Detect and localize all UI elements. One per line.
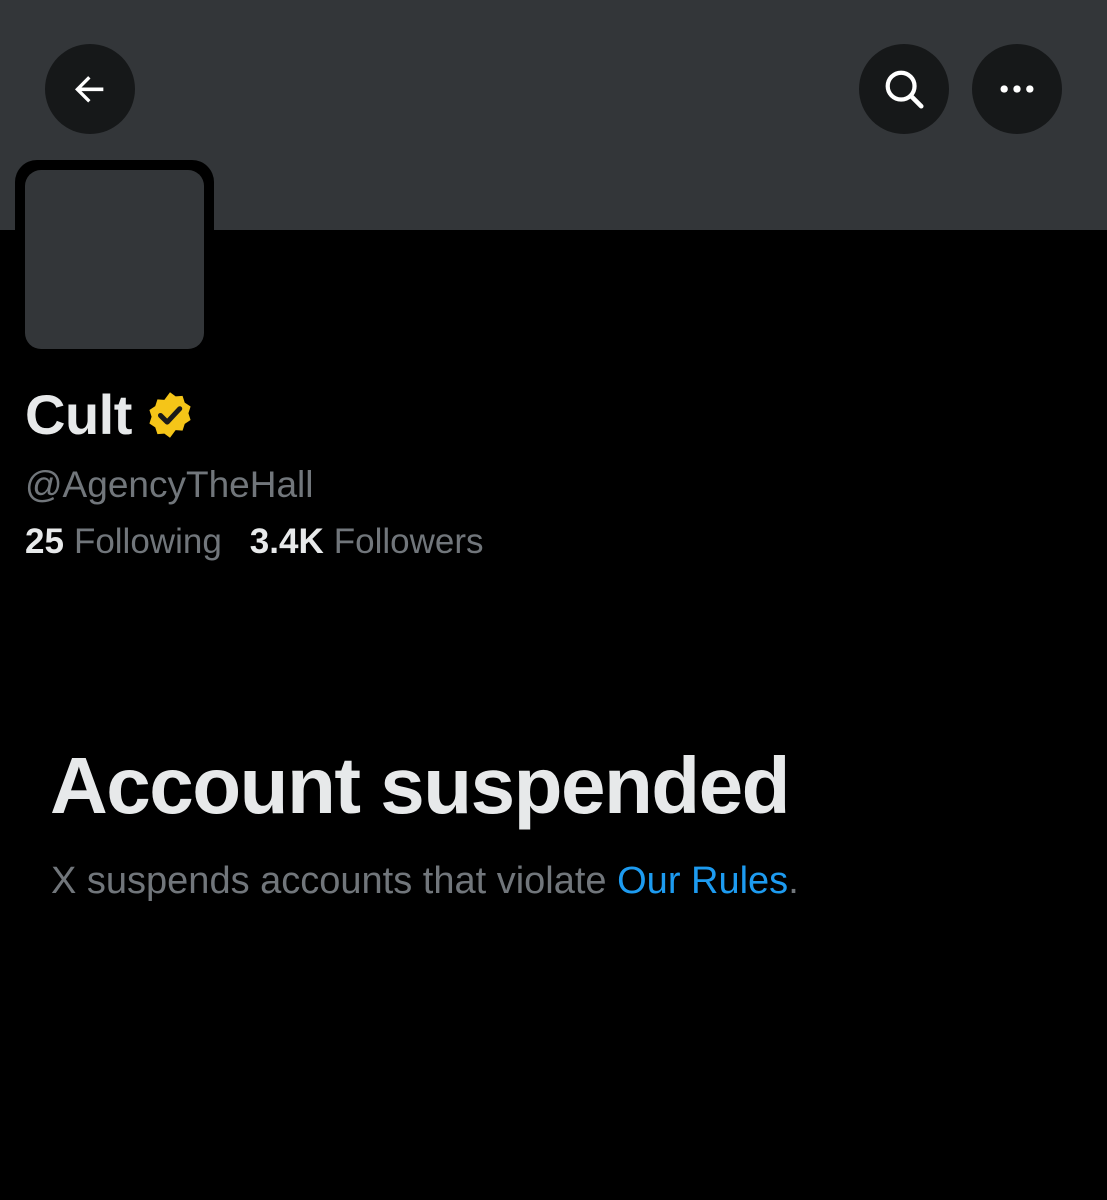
profile-stats: 25 Following 3.4K Followers bbox=[25, 518, 484, 566]
avatar-frame bbox=[15, 160, 214, 359]
description-prefix: X suspends accounts that violate bbox=[51, 860, 618, 902]
search-button[interactable] bbox=[859, 44, 949, 134]
followers-stat[interactable]: 3.4K Followers bbox=[250, 518, 484, 566]
back-button[interactable] bbox=[45, 44, 135, 134]
following-count: 25 bbox=[25, 522, 64, 561]
description-suffix: . bbox=[788, 860, 799, 902]
profile-page: Cult @AgencyTheHall 25 Following 3.4K Fo… bbox=[0, 0, 1107, 1200]
following-stat[interactable]: 25 Following bbox=[25, 518, 222, 566]
avatar[interactable] bbox=[25, 170, 204, 349]
search-icon bbox=[885, 70, 924, 109]
following-label: Following bbox=[73, 522, 222, 561]
display-name: Cult bbox=[25, 383, 132, 446]
account-suspended-title: Account suspended bbox=[50, 741, 791, 830]
account-suspended-description: X suspends accounts that violate Our Rul… bbox=[51, 855, 799, 907]
followers-count: 3.4K bbox=[249, 522, 324, 561]
more-horizontal-icon bbox=[1000, 85, 1034, 93]
our-rules-link[interactable]: Our Rules bbox=[617, 860, 788, 902]
verified-badge-icon[interactable] bbox=[144, 389, 196, 441]
arrow-left-icon bbox=[75, 76, 104, 103]
name-row: Cult bbox=[25, 382, 196, 448]
more-options-button[interactable] bbox=[972, 44, 1062, 134]
profile-handle: @AgencyTheHall bbox=[25, 464, 314, 505]
followers-label: Followers bbox=[333, 522, 484, 561]
